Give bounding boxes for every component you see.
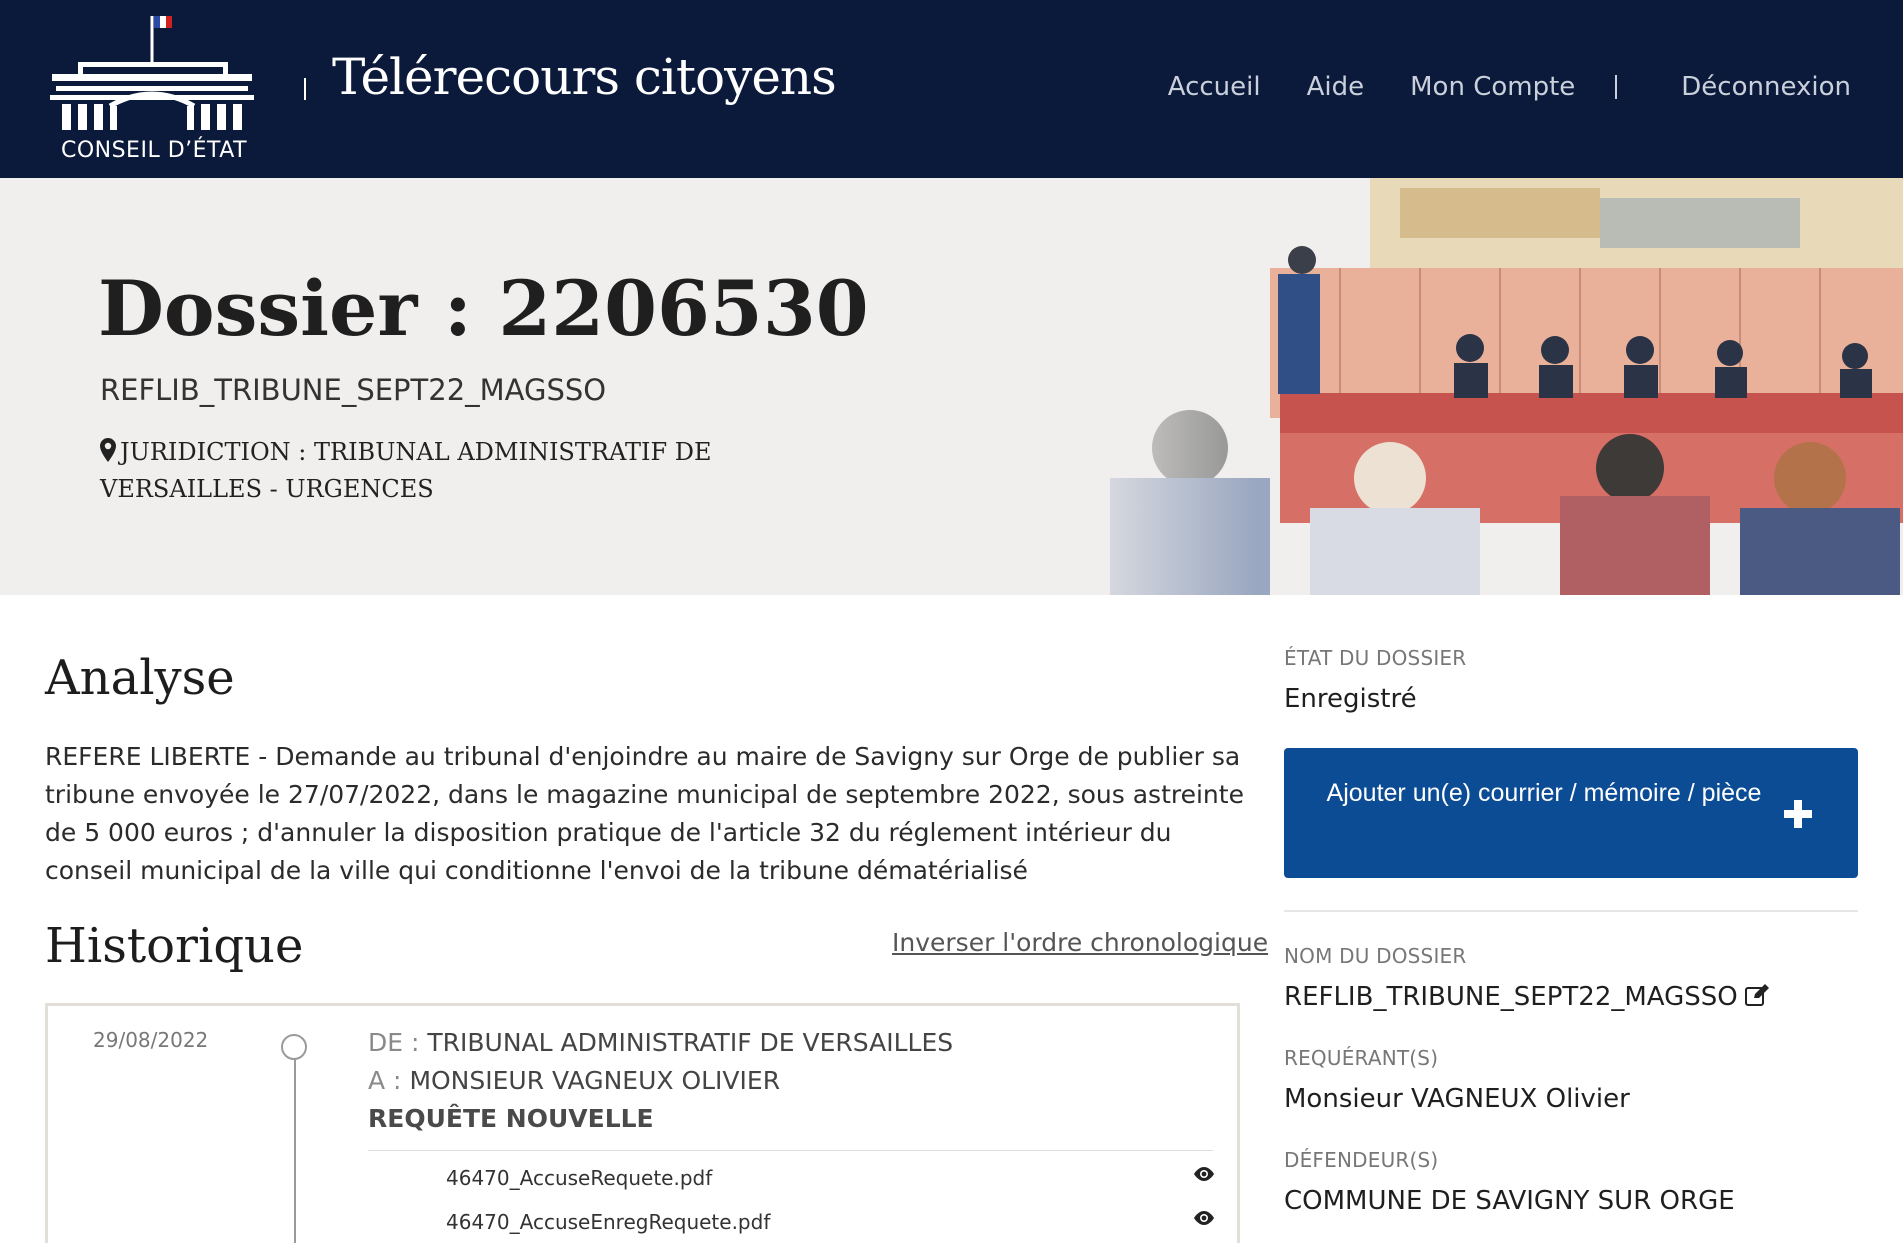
nav-help-link[interactable]: Aide (1307, 72, 1365, 102)
file-name[interactable]: 46470_AccuseRequete.pdf (446, 1166, 712, 1190)
requerant-label: REQUÉRANT(S) (1284, 1046, 1439, 1070)
nom-dossier-label: NOM DU DOSSIER (1284, 944, 1467, 968)
brand-separator (304, 78, 306, 100)
nom-dossier-value: REFLIB_TRIBUNE_SEPT22_MAGSSO (1284, 982, 1770, 1012)
building-logo-icon (50, 16, 254, 130)
from-value: TRIBUNAL ADMINISTRATIF DE VERSAILLES (427, 1028, 954, 1057)
eye-icon[interactable] (1192, 1166, 1216, 1182)
nom-dossier-text: REFLIB_TRIBUNE_SEPT22_MAGSSO (1284, 982, 1738, 1012)
analyse-text: REFERE LIBERTE - Demande au tribunal d'e… (45, 742, 1244, 885)
add-document-label: Ajouter un(e) courrier / mémoire / pièce (1326, 779, 1762, 807)
juridiction-text: JURIDICTION : TRIBUNAL ADMINISTRATIF DE … (100, 438, 712, 503)
etat-value: Enregistré (1284, 684, 1417, 714)
add-document-button[interactable]: Ajouter un(e) courrier / mémoire / pièce (1284, 748, 1858, 878)
dossier-hero: Dossier : 2206530 REFLIB_TRIBUNE_SEPT22_… (0, 178, 1903, 595)
entry-date: 29/08/2022 (93, 1028, 209, 1052)
file-name[interactable]: 46470_AccuseEnregRequete.pdf (446, 1210, 770, 1234)
file-row[interactable]: 46470_AccuseEnregRequete.pdf (446, 1210, 1216, 1234)
nav-logout-link[interactable]: Déconnexion (1681, 72, 1851, 102)
timeline-entry: 29/08/2022 DE : TRIBUNAL ADMINISTRATIF D… (45, 1003, 1240, 1243)
logo-text: CONSEIL D’ÉTAT (60, 138, 248, 163)
conseil-detat-logo[interactable]: CONSEIL D’ÉTAT (48, 14, 258, 168)
sidebar-divider (1284, 910, 1858, 912)
analyse-heading: Analyse (45, 650, 235, 706)
map-pin-icon (100, 438, 116, 462)
entry-to: A : MONSIEUR VAGNEUX OLIVIER (368, 1066, 780, 1095)
from-label: DE : (368, 1028, 420, 1057)
historique-heading: Historique (45, 918, 304, 974)
dossier-reference: REFLIB_TRIBUNE_SEPT22_MAGSSO (100, 373, 607, 407)
nav-separator (1615, 75, 1618, 99)
main-nav: Accueil Aide Mon Compte Déconnexion (1122, 72, 1851, 102)
dossier-title: Dossier : 2206530 (98, 264, 869, 353)
eye-icon[interactable] (1192, 1210, 1216, 1226)
entry-type: REQUÊTE NOUVELLE (368, 1104, 654, 1133)
plus-icon (1784, 800, 1812, 828)
to-label: A : (368, 1066, 402, 1095)
entry-from: DE : TRIBUNAL ADMINISTRATIF DE VERSAILLE… (368, 1028, 953, 1057)
file-row[interactable]: 46470_AccuseRequete.pdf (446, 1166, 1216, 1190)
defendeur-value: COMMUNE DE SAVIGNY SUR ORGE (1284, 1186, 1735, 1216)
etat-label: ÉTAT DU DOSSIER (1284, 646, 1467, 670)
juridiction-info: JURIDICTION : TRIBUNAL ADMINISTRATIF DE … (100, 434, 860, 508)
top-navbar: CONSEIL D’ÉTAT Télérecours citoyens Accu… (0, 0, 1903, 178)
edit-icon[interactable] (1744, 983, 1770, 1007)
nav-account-link[interactable]: Mon Compte (1410, 72, 1575, 102)
invert-order-link[interactable]: Inverser l'ordre chronologique (892, 928, 1268, 957)
requerant-value: Monsieur VAGNEUX Olivier (1284, 1084, 1630, 1114)
courtroom-illustration (1040, 178, 1903, 595)
timeline-line (294, 1048, 296, 1243)
timeline-dot-icon (281, 1034, 307, 1060)
brand-title[interactable]: Télérecours citoyens (332, 48, 837, 106)
defendeur-label: DÉFENDEUR(S) (1284, 1148, 1439, 1172)
entry-divider (368, 1150, 1213, 1151)
nav-home-link[interactable]: Accueil (1168, 72, 1261, 102)
to-value: MONSIEUR VAGNEUX OLIVIER (409, 1066, 781, 1095)
